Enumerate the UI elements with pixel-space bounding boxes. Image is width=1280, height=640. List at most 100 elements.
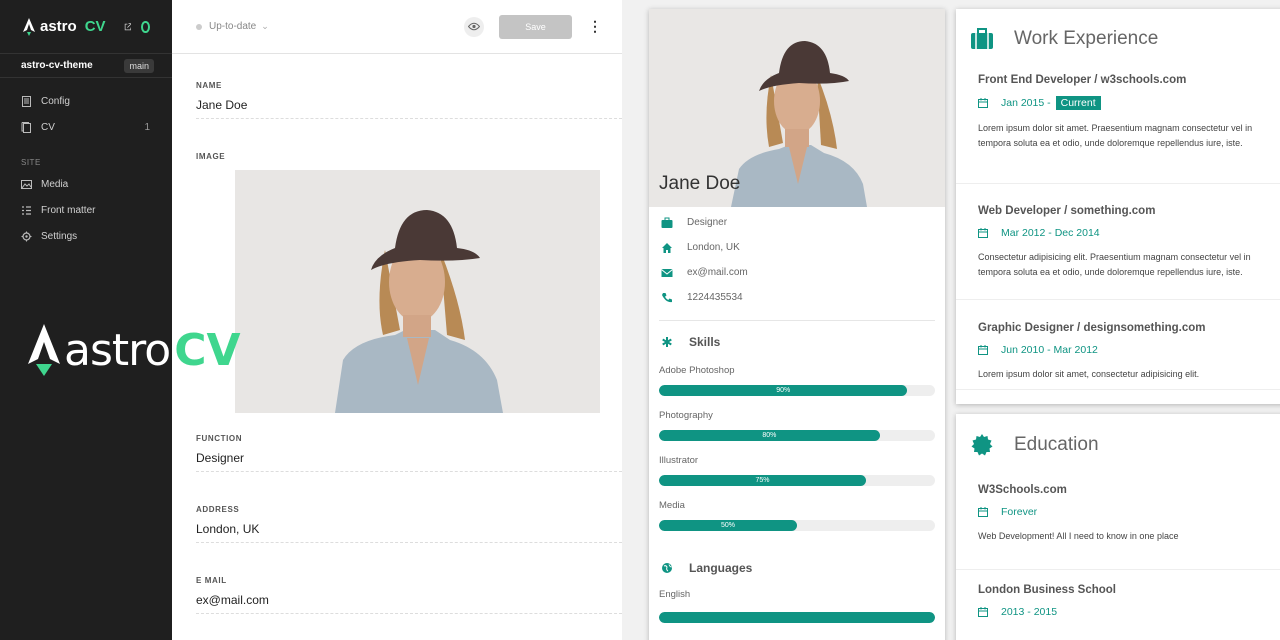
job-date: Jun 2010 - Mar 2012	[978, 344, 1280, 356]
job-description: Lorem ipsum dolor sit amet. Praesentium …	[978, 121, 1280, 151]
job-description-line: Consectetur adipisicing elit. Praesentiu…	[978, 252, 1251, 262]
job-entry: Web Developer / something.com Mar 2012 -…	[956, 184, 1280, 300]
astro-cv-logo: astro CV	[26, 324, 241, 376]
field-label: IMAGE	[196, 152, 226, 161]
section-title: Skills	[689, 335, 721, 349]
sidebar-item-media[interactable]: Media	[0, 171, 172, 197]
briefcase-icon	[661, 217, 673, 228]
job-date: Mar 2012 - Dec 2014	[978, 227, 1280, 239]
calendar-icon	[978, 228, 988, 238]
image-icon	[21, 179, 32, 189]
work-experience-heading: Work Experience	[956, 9, 1280, 51]
skill-bar: 90%	[659, 385, 935, 396]
school-name: London Business School	[978, 584, 1117, 596]
skill-bar: 50%	[659, 520, 935, 531]
education-description: Web Development! All I need to know in o…	[978, 531, 1179, 541]
job-title: Web Developer / something.com	[978, 205, 1156, 217]
field-label: NAME	[196, 81, 222, 90]
sidebar-item-front-matter[interactable]: Front matter	[0, 197, 172, 223]
profile-card: Jane Doe Designer London, UK ex@mail.com…	[649, 9, 945, 640]
sync-status-icon[interactable]	[141, 20, 150, 33]
sidebar-item-count: 1	[144, 121, 150, 133]
job-description: Consectetur adipisicing elit. Praesentiu…	[978, 250, 1280, 280]
calendar-icon	[978, 98, 988, 108]
education-list: W3Schools.com Forever Web Development! A…	[956, 484, 1280, 618]
asterisk-icon	[662, 337, 672, 347]
more-options-icon[interactable]: ⋮	[588, 18, 602, 35]
email-input[interactable]: ex@mail.com	[196, 593, 622, 614]
editor-panel: Up-to-date ⌄ Save ⋮ NAME Jane Doe IMAGE …	[172, 0, 622, 640]
education-card: Education W3Schools.com Forever Web Deve…	[956, 414, 1280, 640]
education-entry: W3Schools.com Forever Web Development! A…	[956, 484, 1280, 570]
education-entry: London Business School 2013 - 2015	[956, 570, 1280, 618]
name-field: NAME Jane Doe	[196, 81, 622, 119]
app-logo[interactable]: astro CV	[22, 17, 106, 36]
sidebar-item-label: Config	[41, 95, 70, 107]
function-field: FUNCTION Designer	[196, 434, 622, 472]
home-icon	[662, 242, 672, 253]
job-description-line: Lorem ipsum dolor sit amet, consectetur …	[978, 369, 1200, 379]
language-bar-fill	[659, 612, 935, 623]
sidebar-section-label: SITE	[21, 158, 41, 167]
sidebar-item-config[interactable]: Config	[0, 88, 172, 114]
external-link-icon[interactable]	[124, 20, 132, 34]
skill-name: Adobe Photoshop	[659, 365, 735, 376]
job-description-line: tempora soluta ea et odio, unde doloremq…	[978, 267, 1243, 277]
branch-badge[interactable]: main	[124, 58, 154, 73]
sidebar-item-label: Front matter	[41, 204, 96, 216]
info-text: London, UK	[687, 242, 740, 253]
job-title: Front End Developer / w3schools.com	[978, 74, 1187, 86]
logo-text: astro	[64, 324, 171, 376]
calendar-icon	[978, 507, 988, 517]
image-field: IMAGE	[196, 152, 622, 161]
job-entry: Graphic Designer / designsomething.com J…	[956, 300, 1280, 390]
repo-name: astro-cv-theme	[21, 60, 93, 71]
job-list: Front End Developer / w3schools.com Jan …	[956, 74, 1280, 390]
suitcase-icon	[971, 28, 993, 49]
education-date-text: Forever	[1001, 506, 1038, 518]
job-title: Graphic Designer / designsomething.com	[978, 322, 1206, 334]
language-bar	[659, 612, 935, 623]
repo-selector[interactable]: astro-cv-theme main	[0, 54, 172, 78]
sidebar-item-settings[interactable]: Settings	[0, 223, 172, 249]
sidebar-item-label: Settings	[41, 230, 78, 242]
address-field: ADDRESS London, UK	[196, 505, 622, 543]
skill-name: Illustrator	[659, 455, 699, 466]
job-date-text: Mar 2012 - Dec 2014	[1001, 227, 1100, 239]
current-badge: Current	[1055, 96, 1101, 110]
job-entry: Front End Developer / w3schools.com Jan …	[956, 74, 1280, 184]
calendar-icon	[978, 345, 988, 355]
info-row-email: ex@mail.com	[649, 260, 945, 285]
status-dot-icon	[196, 23, 202, 30]
function-input[interactable]: Designer	[196, 451, 622, 472]
address-input[interactable]: London, UK	[196, 522, 622, 543]
profile-image[interactable]	[235, 170, 600, 413]
school-name: W3Schools.com	[978, 484, 1067, 496]
envelope-icon	[661, 268, 673, 277]
globe-icon	[662, 563, 672, 573]
section-title: Languages	[689, 561, 753, 575]
status-text: Up-to-date	[209, 21, 257, 32]
status-dropdown[interactable]: Up-to-date ⌄	[196, 21, 269, 32]
profile-photo: Jane Doe	[649, 9, 945, 207]
preview-toggle-button[interactable]	[464, 16, 484, 37]
job-date-text: Jun 2010 - Mar 2012	[1001, 344, 1098, 356]
calendar-icon	[978, 607, 988, 617]
job-date: Jan 2015 - Current	[978, 96, 1280, 110]
cv-preview: Jane Doe Designer London, UK ex@mail.com…	[622, 0, 1280, 640]
work-experience-card: Work Experience Front End Developer / w3…	[956, 9, 1280, 404]
field-label: E MAIL	[196, 576, 227, 585]
education-date-text: 2013 - 2015	[1001, 606, 1058, 618]
list-icon	[22, 205, 31, 215]
sidebar-item-cv[interactable]: CV 1	[0, 114, 172, 140]
info-row-function: Designer	[649, 210, 945, 235]
gear-icon	[21, 231, 32, 241]
skill-bar-fill: 90%	[659, 385, 908, 396]
skill-bar: 80%	[659, 430, 935, 441]
skill-bar-fill: 75%	[659, 475, 866, 486]
contact-info: Designer London, UK ex@mail.com 12244355…	[649, 207, 945, 310]
info-row-phone: 1224435534	[649, 285, 945, 310]
info-row-address: London, UK	[649, 235, 945, 260]
name-input[interactable]: Jane Doe	[196, 98, 622, 119]
save-button[interactable]: Save	[499, 14, 572, 39]
